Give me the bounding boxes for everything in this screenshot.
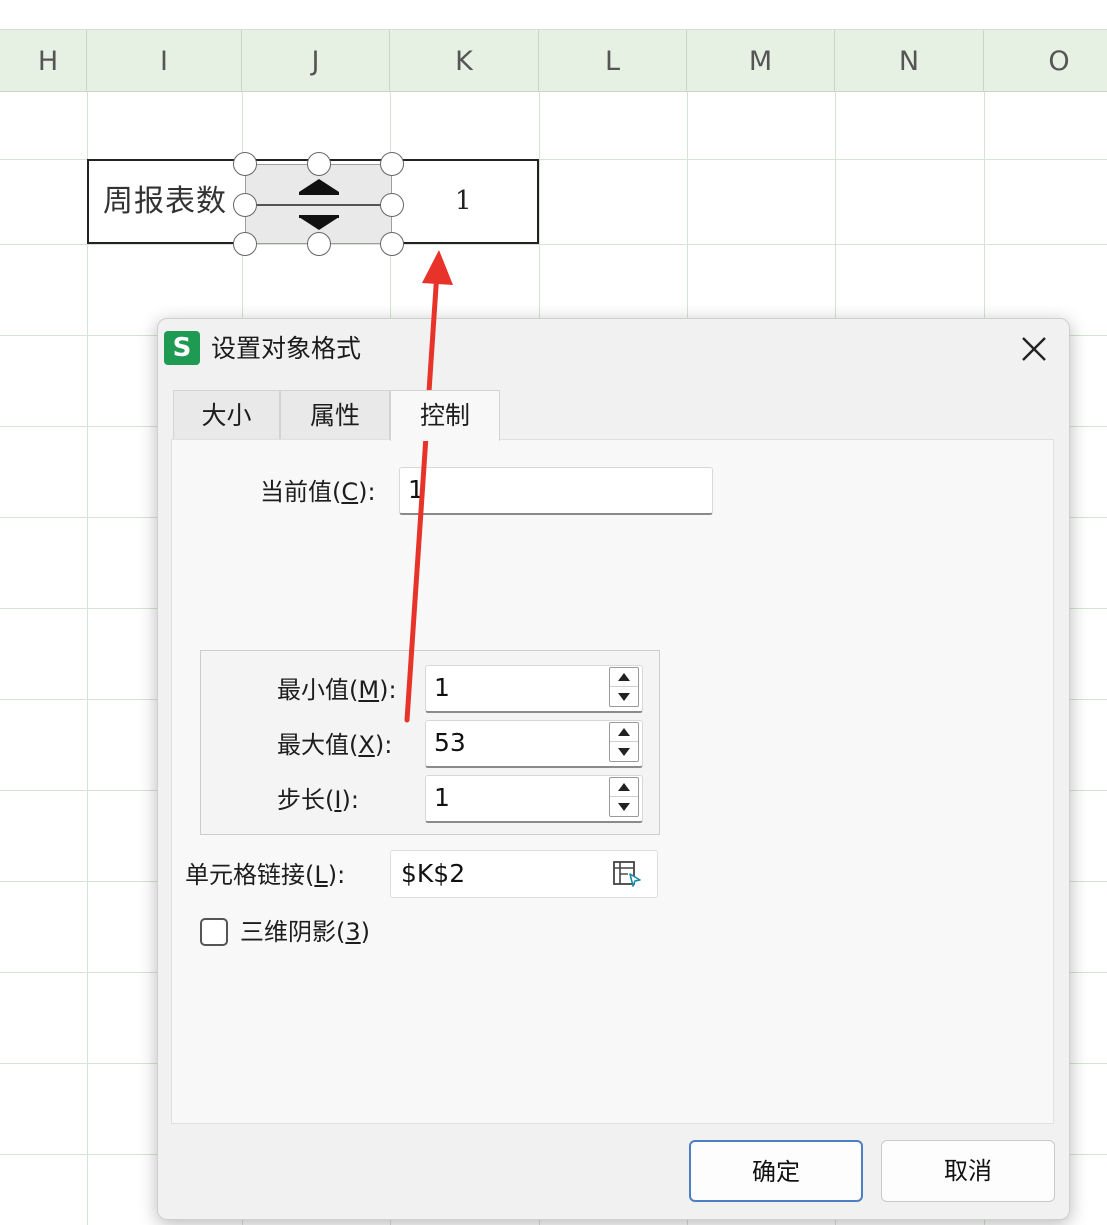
tab-size[interactable]: 大小 bbox=[173, 390, 280, 440]
spin-down-button[interactable] bbox=[610, 742, 638, 761]
column-header-n[interactable]: N bbox=[835, 30, 984, 92]
column-header-k[interactable]: K bbox=[390, 30, 539, 92]
shadow-3d-checkbox[interactable] bbox=[200, 918, 228, 946]
tab-properties[interactable]: 属性 bbox=[280, 390, 390, 440]
spin-divider bbox=[246, 204, 393, 206]
spin-down-button[interactable] bbox=[610, 687, 638, 706]
resize-handle[interactable] bbox=[380, 232, 404, 256]
linked-cell-value[interactable]: 1 bbox=[455, 161, 472, 242]
tab-control[interactable]: 控制 bbox=[390, 390, 500, 441]
control-tab-panel: 当前值(C): 1 最小值(M): 1 最大值(X): 53 步长(I): 1 bbox=[171, 439, 1054, 1124]
label-cell-text: 周报表数 bbox=[103, 184, 227, 219]
spin-down-icon bbox=[618, 747, 630, 756]
format-object-dialog: S 设置对象格式 大小 属性 控制 当前值(C): 1 最小值(M): 1 最大… bbox=[157, 318, 1070, 1220]
spin-down-button[interactable] bbox=[610, 797, 638, 816]
toolbar-strip bbox=[0, 0, 1107, 30]
step-stepper[interactable] bbox=[609, 777, 639, 817]
min-value-label: 最小值(M): bbox=[277, 676, 397, 704]
spin-up-icon bbox=[618, 673, 630, 681]
close-button[interactable] bbox=[1010, 325, 1058, 373]
resize-handle[interactable] bbox=[307, 152, 331, 176]
app-icon: S bbox=[164, 331, 200, 365]
column-header-i[interactable]: I bbox=[87, 30, 242, 92]
resize-handle[interactable] bbox=[233, 193, 257, 217]
close-icon bbox=[1022, 337, 1046, 361]
column-header-j[interactable]: J bbox=[242, 30, 390, 92]
resize-handle[interactable] bbox=[380, 152, 404, 176]
resize-handle[interactable] bbox=[380, 193, 404, 217]
spin-up-button[interactable] bbox=[610, 778, 638, 797]
column-header-o[interactable]: O bbox=[984, 30, 1107, 92]
max-value-stepper[interactable] bbox=[609, 722, 639, 762]
spin-down-icon bbox=[618, 692, 630, 701]
range-group-box: 最小值(M): 1 最大值(X): 53 步长(I): 1 bbox=[200, 650, 660, 835]
cell-link-label: 单元格链接(L): bbox=[185, 861, 346, 889]
column-header-row: H I J K L M N O bbox=[0, 30, 1107, 92]
ok-button[interactable]: 确定 bbox=[689, 1140, 863, 1202]
column-header-h[interactable]: H bbox=[0, 30, 87, 92]
current-value-label: 当前值(C): bbox=[260, 478, 376, 506]
dialog-title: 设置对象格式 bbox=[211, 334, 362, 363]
resize-handle[interactable] bbox=[233, 152, 257, 176]
gridline bbox=[0, 244, 1107, 245]
spin-down-icon bbox=[299, 217, 339, 230]
gridline bbox=[87, 92, 88, 1225]
spin-up-button[interactable] bbox=[610, 723, 638, 742]
column-header-m[interactable]: M bbox=[687, 30, 835, 92]
spin-down-icon bbox=[618, 802, 630, 811]
cancel-button[interactable]: 取消 bbox=[881, 1140, 1055, 1202]
max-value-label: 最大值(X): bbox=[277, 731, 393, 759]
spin-up-button[interactable] bbox=[610, 668, 638, 687]
resize-handle[interactable] bbox=[307, 232, 331, 256]
resize-handle[interactable] bbox=[233, 232, 257, 256]
current-value-input[interactable]: 1 bbox=[399, 467, 713, 515]
column-header-l[interactable]: L bbox=[539, 30, 687, 92]
spin-up-icon bbox=[299, 179, 339, 192]
step-label: 步长(I): bbox=[277, 786, 359, 814]
spin-up-bar bbox=[299, 192, 339, 195]
spin-up-icon bbox=[618, 783, 630, 791]
spin-up-icon bbox=[618, 728, 630, 736]
shadow-3d-label: 三维阴影(3) bbox=[240, 918, 371, 946]
min-value-stepper[interactable] bbox=[609, 667, 639, 707]
range-picker-icon[interactable] bbox=[612, 860, 642, 888]
